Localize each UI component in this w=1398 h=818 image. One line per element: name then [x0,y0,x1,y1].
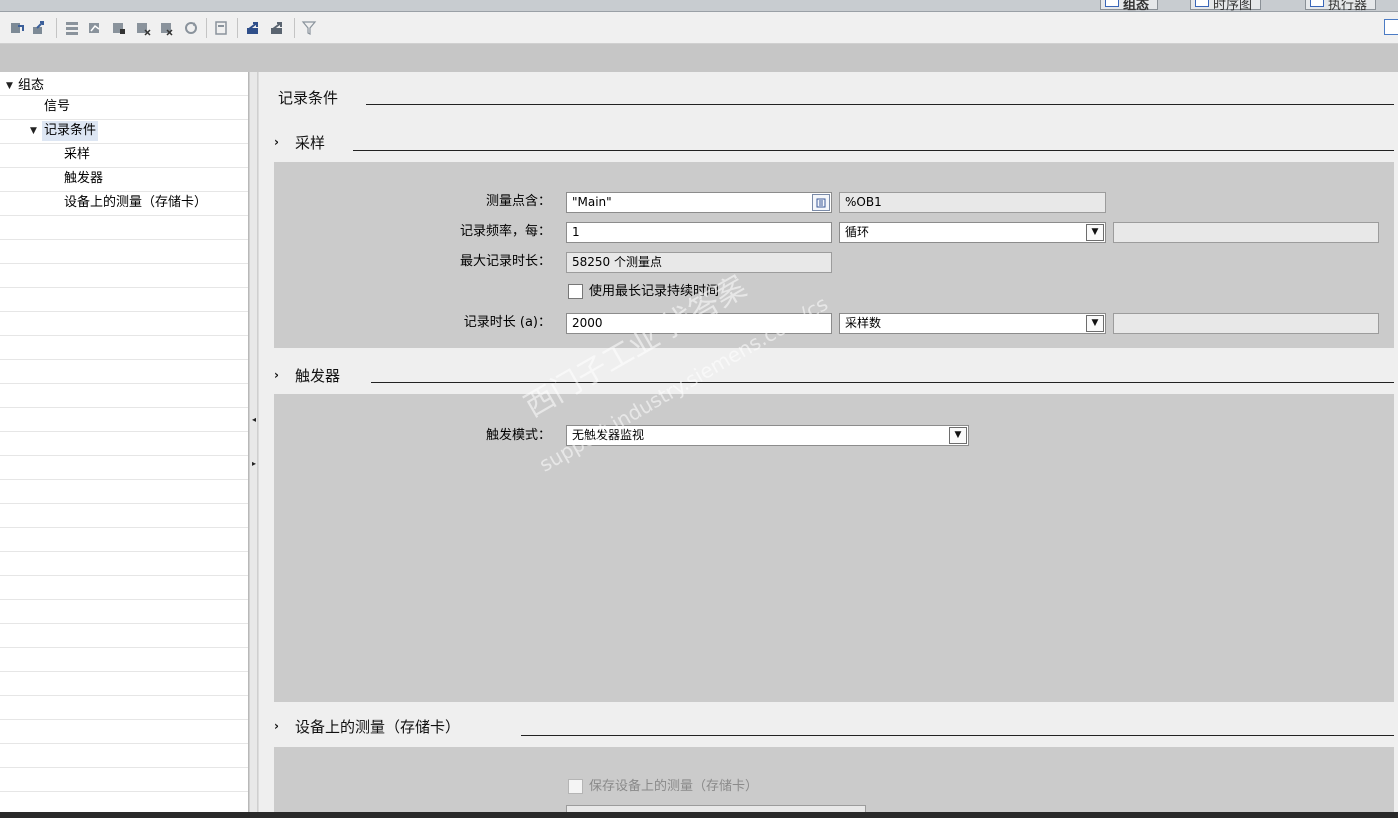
page-title-text: 记录条件 [278,88,339,107]
chevron-down-icon[interactable]: ▼ [1086,224,1104,241]
section-sampling-header[interactable]: › 采样 [274,132,325,152]
config-icon [1105,0,1119,7]
freq-unit-select[interactable]: 循环 [839,222,1106,243]
duration-label: 记录时长 (a)： [463,315,551,330]
filter-icon[interactable] [300,19,318,37]
device-divider [521,735,1394,736]
device-panel [274,747,1394,812]
download-icon[interactable] [8,19,26,37]
use-max-duration-label: 使用最长记录持续时间 [589,284,720,299]
trigger-mode-select[interactable]: 无触发器监视 [566,425,969,446]
upload-icon[interactable] [30,19,48,37]
duration-unit-select[interactable]: 采样数 [839,313,1106,334]
export-icon[interactable] [244,19,262,37]
chevron-right-icon: › [274,368,279,382]
chevron-down-icon[interactable]: ▼ [949,427,967,444]
timing-diagram-icon [1195,0,1209,7]
duration-input[interactable]: 2000 [566,313,832,334]
record-icon[interactable] [110,19,128,37]
save-device-checkbox[interactable] [568,779,583,794]
nav-item-label: 组态 [18,78,45,93]
view-tab-strip: 组态 时序图 执行器 [0,0,1398,12]
title-divider [366,104,1394,105]
chevron-down-icon[interactable]: ▼ [1086,315,1104,332]
nav-item-label: 触发器 [64,171,104,186]
save-device-label: 保存设备上的测量（存储卡） [589,779,759,794]
nav-item-label: 记录条件 [42,121,99,141]
nav-item-label: 采样 [64,147,91,162]
toolbar-separator [294,18,295,38]
collapse-left-icon[interactable]: ◂ [250,414,258,426]
tab-function-label: 执行器 [1328,0,1368,12]
freq-input[interactable]: 1 [566,222,832,243]
toolbar-separator [206,18,207,38]
trigger-mode-label: 触发模式： [485,428,551,443]
tab-config-label: 组态 [1123,0,1150,12]
nav-tree: ▼ 组态 信号 ▼ 记录条件 采样 触发器 设备上的测量（存储卡） [0,72,249,812]
section-device-title: 设备上的测量（存储卡） [294,717,460,736]
nav-item-config[interactable]: ▼ 组态 [6,76,44,96]
bottom-bar [0,812,1398,818]
expand-triangle-icon[interactable]: ▼ [6,76,18,96]
expand-right-icon[interactable]: ▸ [250,458,258,470]
freq-label: 记录频率，每： [459,224,551,239]
measure-point-input[interactable]: "Main" [566,192,832,213]
header-band [0,44,1398,72]
section-trigger-header[interactable]: › 触发器 [274,365,340,385]
duration-extra-field [1113,313,1379,334]
toolbar-separator [56,18,57,38]
stop-icon[interactable] [158,19,176,37]
import-icon[interactable] [268,19,286,37]
chevron-right-icon: › [274,719,279,733]
max-duration-value: 58250 个测量点 [566,252,832,273]
nav-item-trigger[interactable]: 触发器 [64,169,103,189]
install-icon[interactable] [212,19,230,37]
sampling-divider [353,150,1394,151]
use-max-duration-checkbox[interactable] [568,284,583,299]
monitor-all-icon[interactable] [63,19,81,37]
main-content: 记录条件 › 采样 测量点含： "Main" %OB1 记录频率，每： 1 循环… [259,72,1398,812]
nav-item-record-conditions[interactable]: ▼ 记录条件 [30,121,99,141]
monitor-icon[interactable] [86,19,104,37]
nav-item-sampling[interactable]: 采样 [64,145,90,165]
tab-timing-diagram[interactable]: 时序图 [1190,0,1262,12]
tab-config[interactable]: 组态 [1100,0,1159,12]
nav-item-signals[interactable]: 信号 [44,97,70,117]
toolbar [0,12,1398,44]
toolbar-separator [237,18,238,38]
page-title: 记录条件 [278,87,338,107]
chevron-right-icon: › [274,135,279,149]
function-icon [1310,0,1324,7]
expand-triangle-icon[interactable]: ▼ [30,121,42,141]
section-sampling-title: 采样 [294,133,325,152]
section-trigger-title: 触发器 [294,366,340,385]
freq-extra-field [1113,222,1379,243]
refresh-icon[interactable] [182,19,200,37]
tab-function[interactable]: 执行器 [1305,0,1377,12]
tab-timing-diagram-label: 时序图 [1213,0,1253,12]
nav-item-device-measurement[interactable]: 设备上的测量（存储卡） [64,193,207,213]
measure-point-ob: %OB1 [839,192,1106,213]
nav-item-label: 信号 [44,99,71,114]
device-cutoff-field [566,805,866,812]
stop-record-icon[interactable] [134,19,152,37]
section-device-header[interactable]: › 设备上的测量（存储卡） [274,716,460,736]
browse-icon[interactable] [812,194,830,211]
nav-item-label: 设备上的测量（存储卡） [64,195,208,210]
splitter[interactable]: ◂ ▸ [249,72,258,812]
nav-grid-lines [0,72,248,812]
trigger-divider [371,382,1394,383]
max-duration-label: 最大记录时长： [459,254,551,269]
measure-point-label: 测量点含： [485,194,551,209]
panel-toggle-icon[interactable] [1384,19,1398,35]
